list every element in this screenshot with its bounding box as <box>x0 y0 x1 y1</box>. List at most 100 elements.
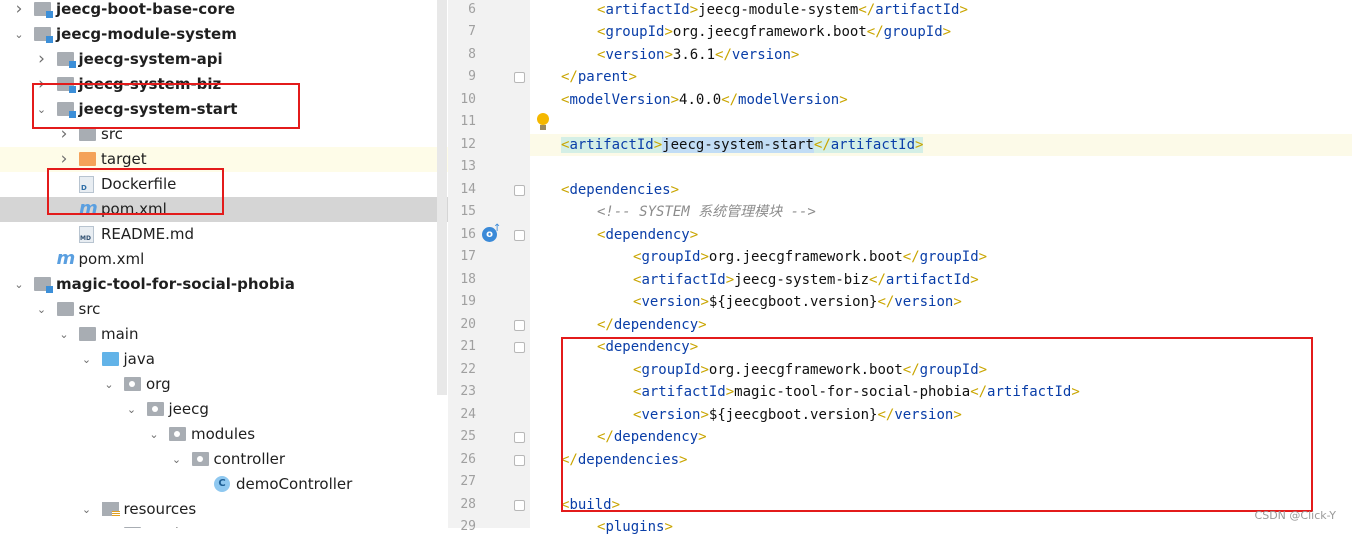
code-token: > <box>670 181 680 198</box>
code-token: > <box>664 24 673 40</box>
tree-row[interactable]: › jeecg-boot-base-core <box>0 0 448 22</box>
tree-row-label: org <box>146 375 171 393</box>
code-line[interactable] <box>530 111 1352 134</box>
code-token: version <box>641 294 701 310</box>
fold-marker-icon[interactable] <box>514 454 525 466</box>
chevron-down-icon[interactable]: ⌄ <box>80 347 94 372</box>
code-line[interactable]: <dependency> <box>530 224 1352 247</box>
fold-marker-icon[interactable] <box>514 319 525 331</box>
code-token: </ <box>715 46 732 63</box>
code-line[interactable]: <artifactId>jeecg-system-biz</artifactId… <box>530 269 1352 292</box>
line-number: 7 <box>468 24 476 39</box>
tree-row[interactable]: ⌄ main <box>0 322 448 347</box>
code-token: dependency <box>605 226 690 243</box>
tree-row[interactable]: ⌄ src <box>0 297 448 322</box>
code-line[interactable]: <plugins> <box>530 516 1352 539</box>
code-line[interactable]: <dependencies> <box>530 179 1352 202</box>
package-icon <box>169 427 186 441</box>
code-token: </ <box>597 316 614 333</box>
code-token: > <box>670 91 680 108</box>
tree-row[interactable]: CdemoController <box>0 472 448 497</box>
code-token: 4.0.0 <box>679 91 722 108</box>
code-token: plugins <box>605 519 665 535</box>
code-token: artifactId <box>885 271 971 288</box>
tree-row[interactable]: MD README.md <box>0 222 448 247</box>
chevron-right-icon[interactable]: › <box>35 47 49 72</box>
code-line[interactable]: <groupId>org.jeecgframework.boot</groupI… <box>530 21 1352 44</box>
tree-row[interactable]: ⌄ org <box>0 372 448 397</box>
code-token: > <box>839 91 848 108</box>
code-token: groupId <box>641 249 701 265</box>
code-line[interactable]: <modelVersion>4.0.0</modelVersion> <box>530 89 1352 112</box>
fold-marker-icon[interactable] <box>514 432 525 443</box>
fold-marker-icon[interactable] <box>514 499 525 511</box>
tree-row[interactable]: ⌄ resources <box>0 497 448 522</box>
code-token: </ <box>866 24 884 40</box>
fold-marker-icon[interactable] <box>514 342 525 353</box>
line-number: 20 <box>460 316 476 332</box>
chevron-down-icon[interactable]: ⌄ <box>35 297 49 322</box>
project-tree-scrollbar[interactable] <box>437 0 447 395</box>
tree-row-label: resources <box>123 500 197 518</box>
code-line[interactable]: <version>${jeecgboot.version}</version> <box>530 291 1352 314</box>
chevron-down-icon[interactable]: ⌄ <box>80 497 94 522</box>
chevron-down-icon[interactable]: ⌄ <box>12 22 26 47</box>
tree-row[interactable]: ⌄ controller <box>0 447 448 472</box>
code-token: > <box>725 271 735 288</box>
maven-icon: m <box>56 248 76 269</box>
fold-marker-icon[interactable] <box>514 184 525 196</box>
line-number: 11 <box>460 114 476 129</box>
chevron-down-icon[interactable]: ⌄ <box>147 422 161 447</box>
tree-row-label: controller <box>213 450 286 468</box>
tree-row-label: java <box>123 350 155 368</box>
override-gutter-icon[interactable]: o ↑ <box>482 223 501 243</box>
chevron-down-icon[interactable]: ⌄ <box>12 272 26 297</box>
excluded-folder-icon <box>79 152 96 166</box>
tree-row-label: src <box>78 300 101 318</box>
lightbulb-icon[interactable] <box>536 113 550 131</box>
package-icon <box>191 452 209 466</box>
tree-row[interactable]: ⌄ java <box>0 347 448 372</box>
tree-row[interactable]: ⌄ modules <box>0 422 448 447</box>
tree-row-label: README.md <box>101 225 195 243</box>
code-token: > <box>689 1 699 18</box>
tree-row[interactable]: ⌄ jeecg <box>0 397 448 422</box>
code-token: </ <box>902 249 920 265</box>
code-token: > <box>970 271 979 288</box>
code-line[interactable]: </dependency> <box>530 314 1352 337</box>
code-line[interactable]: <artifactId>jeecg-module-system</artifac… <box>530 0 1352 21</box>
annotation-box-jeecg-system-start <box>32 83 300 129</box>
fold-marker-icon[interactable] <box>514 229 525 241</box>
line-number: 27 <box>460 474 476 489</box>
chevron-down-icon[interactable]: ⌄ <box>170 447 184 472</box>
code-line[interactable] <box>530 156 1352 179</box>
fold-marker-icon[interactable] <box>514 72 525 83</box>
tree-row[interactable]: ⌄ jeecg-module-system <box>0 22 448 47</box>
chevron-right-icon[interactable]: › <box>12 0 26 22</box>
line-number: 10 <box>460 91 476 107</box>
line-number: 26 <box>460 451 476 467</box>
chevron-down-icon[interactable]: ⌄ <box>102 372 116 397</box>
line-number: 12 <box>460 136 476 152</box>
markdown-file-icon: MD <box>79 226 94 243</box>
code-token: dependencies <box>569 181 671 198</box>
code-line[interactable]: </parent> <box>530 66 1352 89</box>
chevron-down-icon[interactable]: ⌄ <box>125 397 139 422</box>
tree-row-label: jeecg-boot-base-core <box>56 0 236 18</box>
code-token: <artifactId> <box>561 136 663 153</box>
tree-row[interactable]: static <box>0 522 448 528</box>
chevron-down-icon[interactable]: ⌄ <box>57 322 71 347</box>
code-token: groupId <box>919 249 979 265</box>
folder-icon <box>79 327 96 341</box>
module-folder-icon <box>56 52 76 68</box>
tree-row[interactable]: m pom.xml <box>0 247 448 272</box>
code-line[interactable]: <artifactId>jeecg-system-start</artifact… <box>530 133 1352 156</box>
code-line[interactable]: <version>3.6.1</version> <box>530 44 1352 67</box>
code-token: artifactId <box>641 271 726 288</box>
tree-row[interactable]: › jeecg-system-api <box>0 47 448 72</box>
folder-icon <box>56 302 74 316</box>
code-line[interactable]: <!-- SYSTEM 系统管理模块 --> <box>530 201 1352 224</box>
package-icon <box>124 377 141 391</box>
tree-row[interactable]: ⌄ magic-tool-for-social-phobia <box>0 272 448 297</box>
code-line[interactable]: <groupId>org.jeecgframework.boot</groupI… <box>530 246 1352 269</box>
